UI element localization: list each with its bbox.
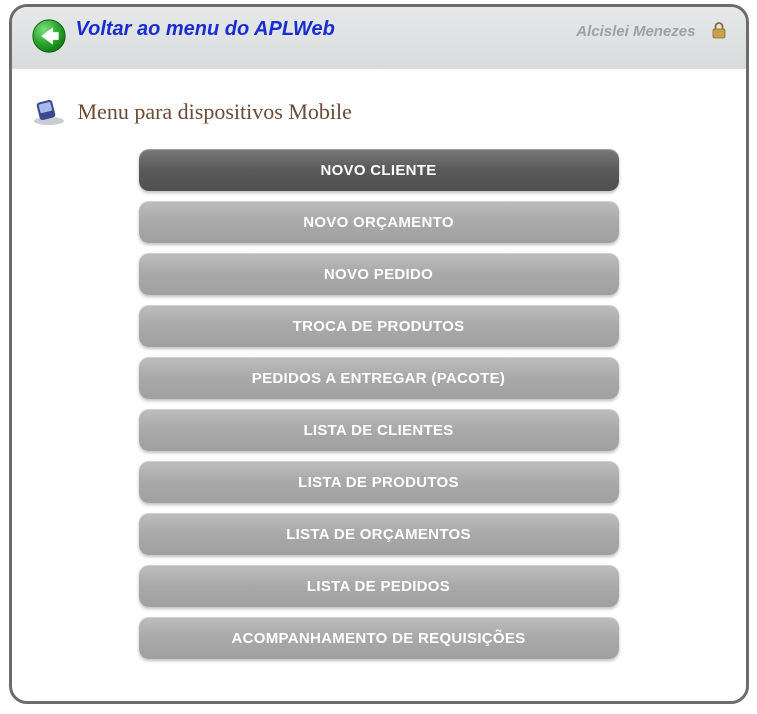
menu-acompanhamento-requisicoes[interactable]: ACOMPANHAMENTO DE REQUISIÇÕES [139, 617, 619, 659]
menu-pedidos-entregar[interactable]: PEDIDOS A ENTREGAR (PACOTE) [139, 357, 619, 399]
menu-lista-produtos[interactable]: LISTA DE PRODUTOS [139, 461, 619, 503]
app-container: Voltar ao menu do APLWeb Alcislei Meneze… [9, 4, 749, 704]
menu-lista-clientes[interactable]: LISTA DE CLIENTES [139, 409, 619, 451]
menu-novo-cliente[interactable]: NOVO CLIENTE [139, 149, 619, 191]
back-link[interactable]: Voltar ao menu do APLWeb [76, 17, 335, 41]
menu-lista-pedidos[interactable]: LISTA DE PEDIDOS [139, 565, 619, 607]
menu-lista-orcamentos[interactable]: LISTA DE ORÇAMENTOS [139, 513, 619, 555]
header-bar: Voltar ao menu do APLWeb Alcislei Meneze… [12, 7, 746, 69]
menu-troca-produtos[interactable]: TROCA DE PRODUTOS [139, 305, 619, 347]
menu-novo-pedido[interactable]: NOVO PEDIDO [139, 253, 619, 295]
section-title: Menu para dispositivos Mobile [78, 99, 352, 125]
menu-novo-orcamento[interactable]: NOVO ORÇAMENTO [139, 201, 619, 243]
user-name-label: Alcislei Menezes [576, 23, 695, 40]
mobile-device-icon [28, 97, 68, 127]
back-arrow-icon[interactable] [30, 17, 68, 55]
section-title-row: Menu para dispositivos Mobile [12, 69, 746, 149]
mobile-menu-list: NOVO CLIENTE NOVO ORÇAMENTO NOVO PEDIDO … [12, 149, 746, 659]
lock-icon[interactable] [710, 21, 728, 39]
